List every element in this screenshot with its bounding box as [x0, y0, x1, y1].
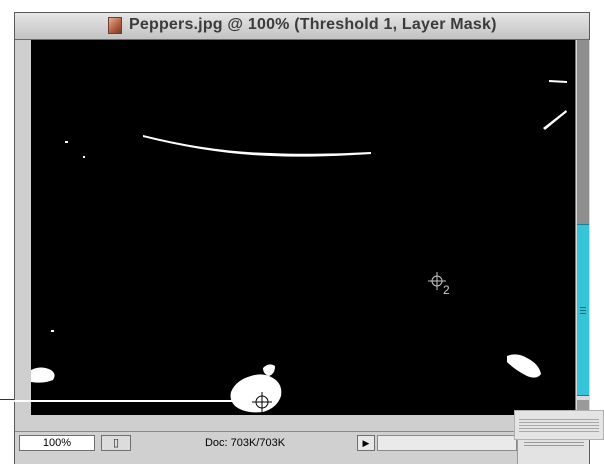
- highlight-blob: [507, 354, 541, 378]
- highlight-blob: [263, 364, 275, 376]
- highlight-blob: [230, 374, 282, 413]
- highlight-streak: [543, 110, 567, 130]
- grip-line: [519, 431, 599, 432]
- vertical-scrollbar[interactable]: [575, 40, 590, 415]
- grip-line: [519, 425, 599, 426]
- window-title: Peppers.jpg @ 100% (Threshold 1, Layer M…: [129, 16, 497, 33]
- status-bar: 100% ▯ Doc: 703K/703K ▶: [15, 431, 589, 464]
- highlight-blob: [31, 367, 55, 383]
- horizontal-scrollbar[interactable]: [377, 435, 517, 451]
- callout-line: [0, 400, 236, 402]
- document-thumbnail-icon: [108, 17, 122, 34]
- grip-line: [519, 428, 599, 429]
- sampler-number: 2: [443, 283, 450, 297]
- highlight-streak: [143, 135, 371, 157]
- scroll-track[interactable]: [577, 40, 589, 224]
- image-canvas[interactable]: 2: [31, 40, 575, 415]
- document-window: Peppers.jpg @ 100% (Threshold 1, Layer M…: [14, 12, 590, 464]
- speck: [83, 156, 85, 158]
- title-bar[interactable]: Peppers.jpg @ 100% (Threshold 1, Layer M…: [15, 13, 589, 40]
- speck: [51, 330, 54, 332]
- grip-line: [580, 310, 586, 311]
- grip-line: [580, 307, 586, 308]
- grip-line: [580, 313, 586, 314]
- doc-size-info: Doc: 703K/703K: [204, 437, 286, 449]
- scroll-thumb[interactable]: [577, 224, 589, 396]
- speck: [65, 141, 68, 143]
- grip-line: [524, 445, 584, 446]
- grip-line: [519, 422, 599, 423]
- document-icon[interactable]: ▯: [101, 435, 131, 451]
- triangle-right-icon[interactable]: ▶: [357, 435, 375, 451]
- zoom-level-field[interactable]: 100%: [19, 435, 95, 451]
- highlight-streak: [549, 80, 567, 83]
- grip-line: [524, 442, 584, 443]
- threshold-mask-image: [31, 80, 567, 413]
- overlapping-panel: [514, 410, 604, 440]
- grip-line: [519, 419, 599, 420]
